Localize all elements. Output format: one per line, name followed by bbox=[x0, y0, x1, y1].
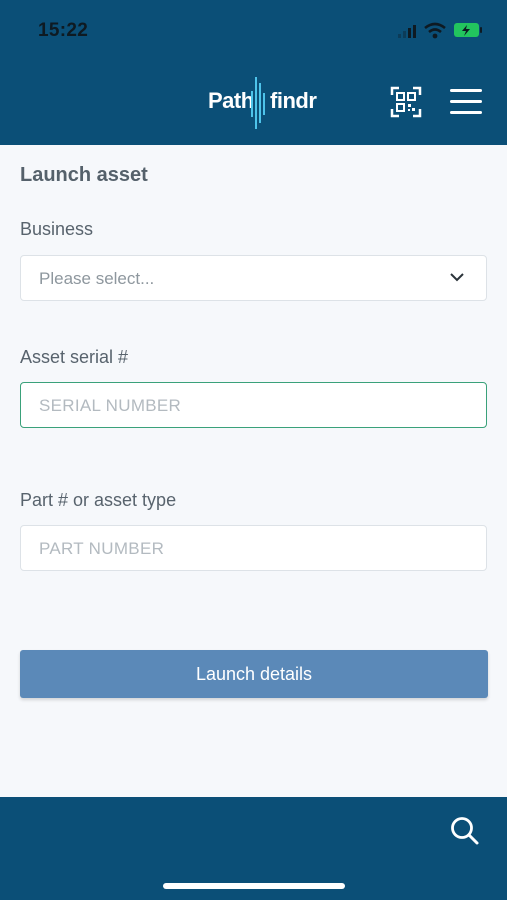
business-select-value: Please select... bbox=[39, 269, 155, 288]
status-time: 15:22 bbox=[38, 20, 89, 41]
bottom-bar bbox=[0, 797, 507, 900]
logo-text-path: Path bbox=[208, 88, 254, 113]
signal-icon bbox=[398, 25, 416, 38]
status-icons bbox=[398, 22, 482, 39]
home-indicator bbox=[163, 883, 345, 889]
business-label: Business bbox=[20, 219, 94, 239]
part-number-placeholder: PART NUMBER bbox=[39, 539, 165, 558]
qr-code-icon[interactable] bbox=[390, 86, 422, 118]
serial-number-placeholder: SERIAL NUMBER bbox=[39, 396, 182, 415]
part-label: Part # or asset type bbox=[20, 490, 177, 510]
page-title: Launch asset bbox=[20, 164, 148, 186]
serial-number-input[interactable]: SERIAL NUMBER bbox=[20, 382, 487, 428]
launch-details-button[interactable]: Launch details bbox=[20, 650, 488, 698]
part-number-input[interactable]: PART NUMBER bbox=[20, 525, 487, 571]
hamburger-menu-icon[interactable] bbox=[450, 89, 482, 115]
battery-charging-icon bbox=[454, 23, 482, 37]
search-icon[interactable] bbox=[450, 816, 480, 846]
app-header: 15:22 Path findr bbox=[0, 0, 507, 145]
wifi-icon bbox=[424, 22, 446, 39]
serial-label: Asset serial # bbox=[20, 347, 129, 367]
chevron-down-icon bbox=[450, 273, 464, 282]
business-select[interactable]: Please select... bbox=[20, 255, 487, 301]
logo-mark-icon bbox=[251, 77, 265, 129]
logo-text-findr: findr bbox=[270, 88, 317, 113]
launch-asset-form: Launch asset Business Please select... A… bbox=[0, 145, 507, 797]
